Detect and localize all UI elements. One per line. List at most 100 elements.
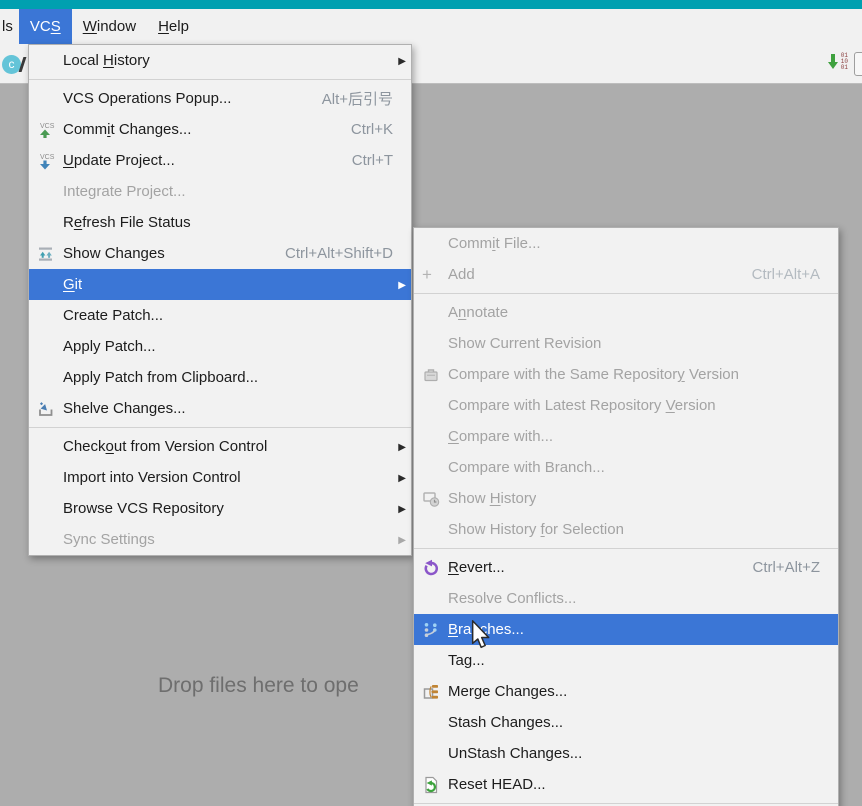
menu-item-label: Show Current Revision	[448, 335, 602, 352]
arrow-slot	[820, 312, 833, 313]
revert-icon	[422, 559, 448, 577]
arrow-slot	[393, 160, 406, 161]
arrow-slot	[820, 753, 833, 754]
menu-item-label: Revert...	[448, 559, 505, 576]
menu-item-git[interactable]: Git ▶	[29, 269, 411, 300]
arrow-slot	[393, 191, 406, 192]
compare-icon	[422, 366, 448, 384]
menu-item-integrate-project: Integrate Project...	[29, 176, 411, 207]
menu-separator	[29, 79, 411, 80]
arrow-slot	[393, 253, 406, 254]
arrow-slot	[820, 629, 833, 630]
submenu-arrow-icon: ▶	[398, 472, 406, 484]
vcs-menu-popup: Local History ▶ VCS Operations Popup... Alt…	[28, 44, 412, 556]
menubar-item-tools-partial[interactable]: ls	[0, 9, 19, 44]
menu-item-label: Integrate Project...	[63, 183, 186, 200]
arrow-slot	[820, 567, 833, 568]
menu-item-checkout-from-version-control[interactable]: Checkout from Version Control ▶	[29, 431, 411, 462]
binary-digits-label: 01 10 01	[840, 52, 848, 71]
vcs-commit-icon: VCS	[37, 121, 63, 139]
menu-item-commit-changes[interactable]: VCS Commit Changes... Ctrl+K	[29, 114, 411, 145]
arrow-slot	[393, 222, 406, 223]
git-submenu-popup: Commit File... + Add Ctrl+Alt+A Annotate Show…	[413, 227, 839, 806]
menu-item-local-history[interactable]: Local History ▶	[29, 45, 411, 76]
menu-item-show-history-for-selection: Show History for Selection	[414, 514, 838, 545]
menubar-label: VCS	[29, 18, 61, 35]
menu-item-compare-latest-repository-version: Compare with Latest Repository Version	[414, 390, 838, 421]
menu-item-label: Add	[448, 266, 475, 283]
menubar-item-help[interactable]: Help	[147, 9, 200, 44]
menu-separator	[29, 427, 411, 428]
menu-item-browse-vcs-repository[interactable]: Browse VCS Repository ▶	[29, 493, 411, 524]
menu-item-apply-patch-from-clipboard[interactable]: Apply Patch from Clipboard...	[29, 362, 411, 393]
menu-item-update-project[interactable]: VCS Update Project... Ctrl+T	[29, 145, 411, 176]
menubar-label: Window	[82, 18, 137, 35]
menu-item-refresh-file-status[interactable]: Refresh File Status	[29, 207, 411, 238]
arrow-slot	[820, 660, 833, 661]
menu-item-resolve-conflicts: Resolve Conflicts...	[414, 583, 838, 614]
menu-item-merge-changes[interactable]: Merge Changes...	[414, 676, 838, 707]
menu-item-label: Shelve Changes...	[63, 400, 186, 417]
menu-item-label: Tag...	[448, 652, 485, 669]
menu-item-reset-head[interactable]: Reset HEAD...	[414, 769, 838, 800]
menu-item-label: Commit Changes...	[63, 121, 192, 138]
menu-item-shelve-changes[interactable]: Shelve Changes...	[29, 393, 411, 424]
menu-item-import-into-version-control[interactable]: Import into Version Control ▶	[29, 462, 411, 493]
shortcut-label: Alt+后引号	[321, 91, 393, 108]
menu-item-label: Git	[63, 276, 83, 293]
arrow-slot	[393, 129, 406, 130]
arrow-slot	[820, 691, 833, 692]
menu-item-commit-file: Commit File...	[414, 228, 838, 259]
history-icon	[422, 490, 448, 508]
toolbar-partial-button[interactable]	[854, 52, 862, 76]
submenu-arrow-icon: ▶	[398, 55, 406, 67]
arrow-slot	[820, 374, 833, 375]
menu-item-label: Refresh File Status	[63, 214, 191, 231]
menu-item-add: + Add Ctrl+Alt+A	[414, 259, 838, 290]
menu-item-compare-same-repository-version: Compare with the Same Repository Version	[414, 359, 838, 390]
menu-item-label: Import into Version Control	[63, 469, 241, 486]
menubar-item-vcs[interactable]: VCS	[18, 9, 72, 44]
menu-item-label: Resolve Conflicts...	[448, 590, 577, 607]
shelve-icon	[37, 400, 63, 418]
menu-item-label: Show History	[448, 490, 537, 507]
arrow-slot	[820, 598, 833, 599]
shortcut-label: Ctrl+T	[351, 152, 393, 169]
menu-item-label: Checkout from Version Control	[63, 438, 268, 455]
svg-text:VCS: VCS	[40, 123, 55, 130]
menu-item-label: Annotate	[448, 304, 509, 321]
menu-separator	[414, 803, 838, 804]
menu-item-label: Commit File...	[448, 235, 541, 252]
menubar-item-window[interactable]: Window	[72, 9, 147, 44]
menu-item-apply-patch[interactable]: Apply Patch...	[29, 331, 411, 362]
menu-item-stash-changes[interactable]: Stash Changes...	[414, 707, 838, 738]
menu-separator	[414, 548, 838, 549]
menu-item-label: Create Patch...	[63, 307, 164, 324]
update-project-button[interactable]: 01 10 01	[826, 51, 848, 73]
submenu-arrow-icon: ▶	[398, 441, 406, 453]
merge-icon	[422, 683, 448, 701]
menu-item-create-patch[interactable]: Create Patch...	[29, 300, 411, 331]
shortcut-label: Ctrl+Alt+A	[751, 266, 820, 283]
submenu-arrow-icon: ▶	[398, 503, 406, 515]
menu-item-unstash-changes[interactable]: UnStash Changes...	[414, 738, 838, 769]
menu-item-label: Sync Settings	[63, 531, 155, 548]
mouse-cursor	[471, 620, 490, 649]
menu-item-compare-with: Compare with...	[414, 421, 838, 452]
arrow-slot	[820, 343, 833, 344]
menu-item-revert[interactable]: Revert... Ctrl+Alt+Z	[414, 552, 838, 583]
arrow-slot	[820, 274, 833, 275]
menu-item-label: Browse VCS Repository	[63, 500, 224, 517]
submenu-arrow-icon: ▶	[398, 279, 406, 291]
menu-item-label: Stash Changes...	[448, 714, 564, 731]
arrow-slot	[393, 408, 406, 409]
menu-item-compare-with-branch: Compare with Branch...	[414, 452, 838, 483]
menu-item-label: VCS Operations Popup...	[63, 90, 232, 107]
menu-item-label: Compare with...	[448, 428, 554, 445]
menu-item-annotate: Annotate	[414, 297, 838, 328]
menu-item-show-changes[interactable]: Show Changes Ctrl+Alt+Shift+D	[29, 238, 411, 269]
menu-separator	[414, 293, 838, 294]
plus-icon: +	[422, 264, 432, 284]
menu-item-vcs-operations-popup[interactable]: VCS Operations Popup... Alt+后引号	[29, 83, 411, 114]
menubar-label: Help	[158, 18, 189, 35]
